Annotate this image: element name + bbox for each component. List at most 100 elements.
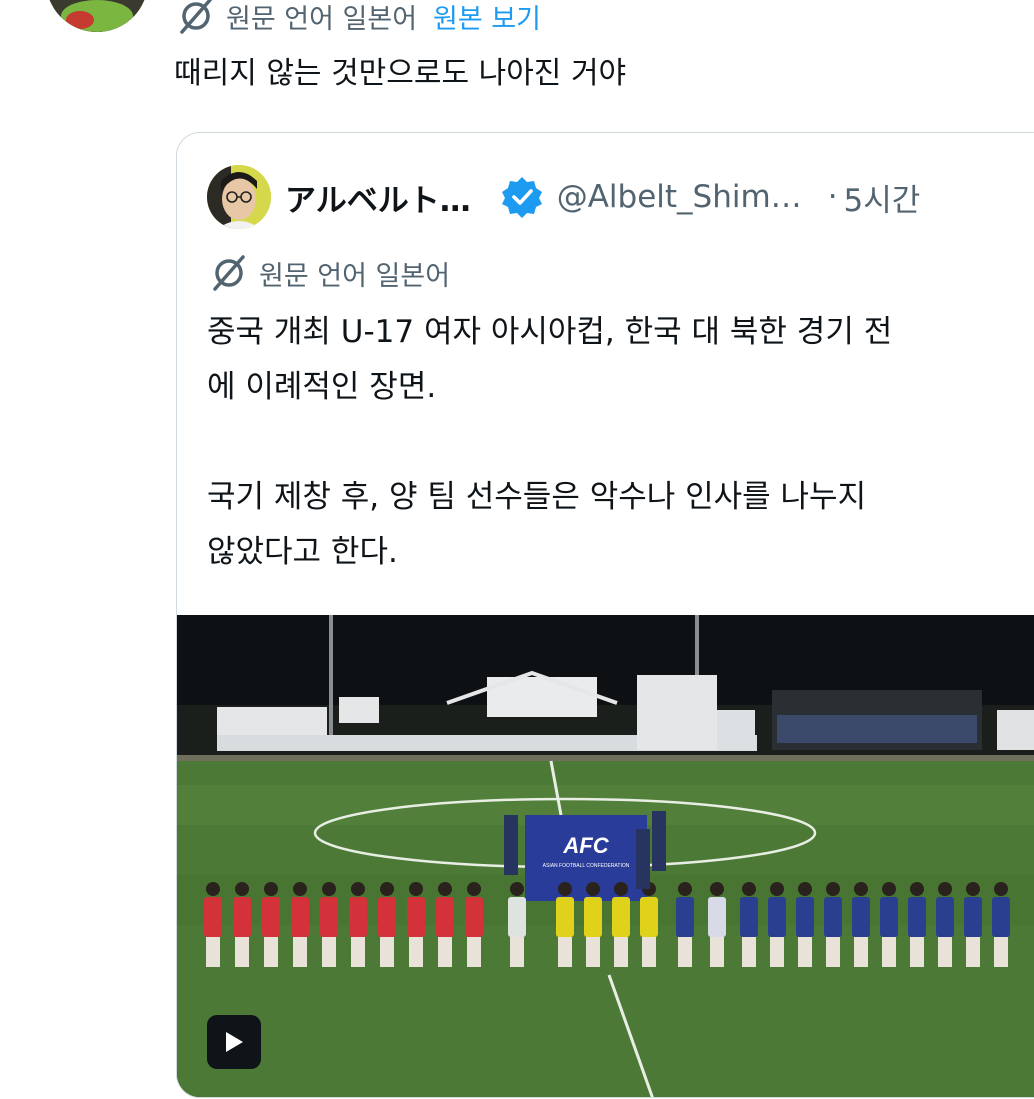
- player-figure: [708, 897, 726, 937]
- player-figure: [465, 897, 483, 937]
- player-head: [966, 882, 980, 896]
- player-figure: [407, 897, 425, 937]
- player-head: [558, 882, 572, 896]
- player-figure: [740, 897, 758, 937]
- player-legs: [742, 937, 756, 967]
- player-figure: [880, 897, 898, 937]
- official-figure: [504, 815, 518, 875]
- player-figure: [640, 897, 658, 937]
- reply-author-avatar[interactable]: [46, 0, 148, 32]
- player-legs: [798, 937, 812, 967]
- player-head: [235, 882, 249, 896]
- player-figure: [768, 897, 786, 937]
- player-figure: [233, 897, 251, 937]
- player-head: [467, 882, 481, 896]
- player-figure: [676, 897, 694, 937]
- player-head: [770, 882, 784, 896]
- player-head: [710, 882, 724, 896]
- player-legs: [678, 937, 692, 967]
- player-head: [742, 882, 756, 896]
- player-legs: [293, 937, 307, 967]
- player-figure: [556, 897, 574, 937]
- author-name[interactable]: アルベルト…: [285, 175, 471, 220]
- quoted-tweet-text: 중국 개최 U-17 여자 아시아컵, 한국 대 북한 경기 전 에 이례적인 …: [207, 314, 893, 570]
- player-legs: [826, 937, 840, 967]
- player-head: [678, 882, 692, 896]
- player-head: [798, 882, 812, 896]
- player-figure: [796, 897, 814, 937]
- play-icon: [226, 1032, 243, 1052]
- official-figure: [652, 811, 666, 871]
- translate-icon: [213, 255, 245, 291]
- reply-text: 때리지 않는 것만으로도 나아진 거야: [174, 56, 627, 91]
- player-figure: [204, 897, 222, 937]
- player-figure: [320, 897, 338, 937]
- player-head: [351, 882, 365, 896]
- official-figure: [636, 829, 650, 889]
- player-legs: [467, 937, 481, 967]
- player-legs: [438, 937, 452, 967]
- player-legs: [882, 937, 896, 967]
- verified-badge-icon: [501, 177, 542, 218]
- player-head: [910, 882, 924, 896]
- player-legs: [586, 937, 600, 967]
- translate-icon: [180, 0, 212, 34]
- player-head: [322, 882, 336, 896]
- player-legs: [510, 937, 524, 967]
- player-figure: [612, 897, 630, 937]
- separator-dot: ·: [827, 179, 838, 215]
- player-figure: [992, 897, 1010, 937]
- quoted-author-avatar[interactable]: [207, 165, 271, 229]
- player-head: [510, 882, 524, 896]
- player-head: [826, 882, 840, 896]
- player-legs: [938, 937, 952, 967]
- player-head: [409, 882, 423, 896]
- player-legs: [206, 937, 220, 967]
- banner-subtext: ASIAN FOOTBALL CONFEDERATION: [543, 863, 630, 869]
- stadium-scene: AFC ASIAN FOOTBALL CONFEDERATION: [177, 615, 1034, 1097]
- view-original-link[interactable]: 원본 보기: [433, 0, 541, 36]
- quoted-tweet-header: アルベルト… @Albelt_Shim… · 5시간: [285, 171, 920, 223]
- player-head: [882, 882, 896, 896]
- player-legs: [558, 937, 572, 967]
- player-figure: [824, 897, 842, 937]
- banner-text: AFC: [562, 833, 609, 858]
- player-head: [206, 882, 220, 896]
- player-legs: [614, 937, 628, 967]
- player-legs: [235, 937, 249, 967]
- player-legs: [770, 937, 784, 967]
- player-legs: [322, 937, 336, 967]
- player-legs: [854, 937, 868, 967]
- translation-label: 원문 언어 일본어: [226, 3, 418, 35]
- player-legs: [409, 937, 423, 967]
- player-head: [994, 882, 1008, 896]
- player-figure: [964, 897, 982, 937]
- player-figure: [852, 897, 870, 937]
- player-head: [938, 882, 952, 896]
- player-head: [264, 882, 278, 896]
- player-figure: [291, 897, 309, 937]
- player-legs: [642, 937, 656, 967]
- player-head: [380, 882, 394, 896]
- player-legs: [910, 937, 924, 967]
- player-head: [586, 882, 600, 896]
- player-head: [438, 882, 452, 896]
- quoted-tweet-card[interactable]: アルベルト… @Albelt_Shim… · 5시간 원문 언어 일본어 중국 …: [176, 132, 1034, 1098]
- video-thumbnail[interactable]: AFC ASIAN FOOTBALL CONFEDERATION: [177, 615, 1034, 1097]
- quoted-translation-row: 원문 언어 일본어: [209, 251, 450, 295]
- player-legs: [710, 937, 724, 967]
- player-figure: [262, 897, 280, 937]
- player-legs: [264, 937, 278, 967]
- author-handle[interactable]: @Albelt_Shim…: [557, 179, 802, 215]
- player-head: [614, 882, 628, 896]
- player-legs: [966, 937, 980, 967]
- player-figure: [908, 897, 926, 937]
- player-head: [854, 882, 868, 896]
- player-figure: [349, 897, 367, 937]
- player-head: [293, 882, 307, 896]
- play-button[interactable]: [207, 1015, 261, 1069]
- player-legs: [380, 937, 394, 967]
- timestamp[interactable]: 5시간: [844, 175, 921, 220]
- player-legs: [351, 937, 365, 967]
- player-figure: [936, 897, 954, 937]
